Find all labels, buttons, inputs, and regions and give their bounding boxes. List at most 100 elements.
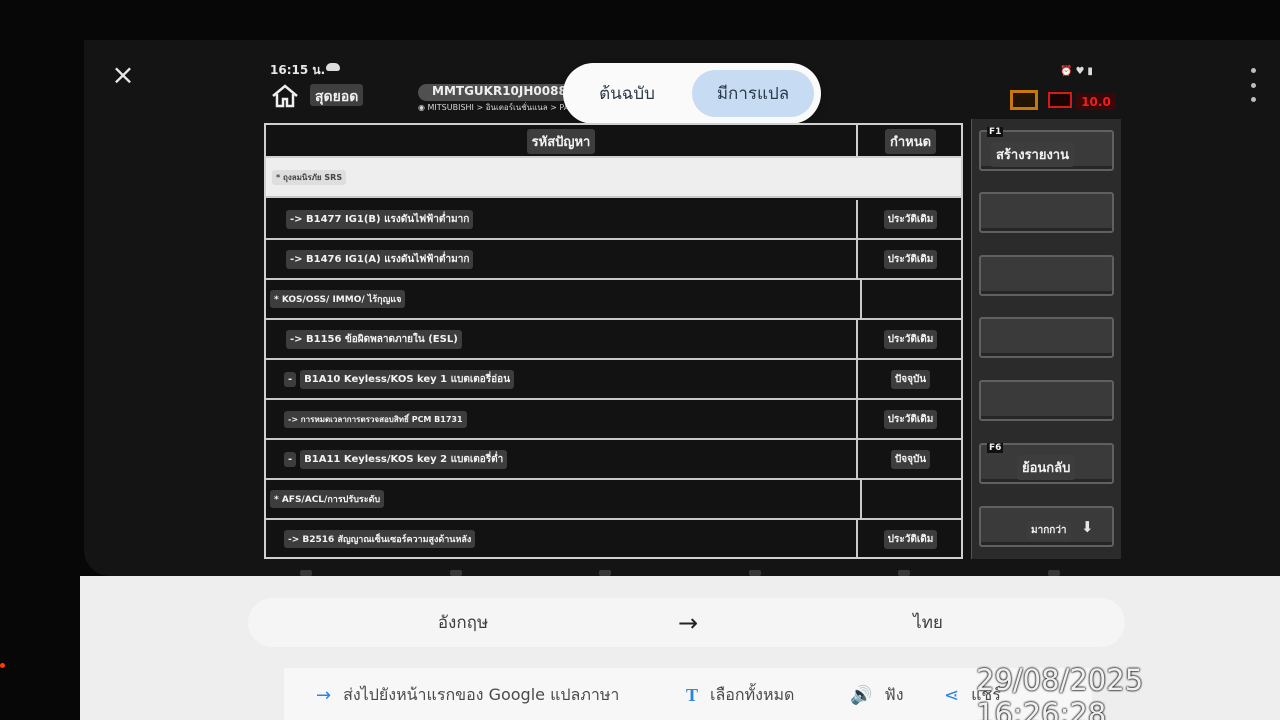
- down-arrow-icon: ⬇: [1081, 518, 1094, 536]
- share-icon: ⋖: [944, 684, 960, 706]
- translation-toggle: ต้นฉบับ มีการแปล: [563, 63, 821, 124]
- table-cell: ประวัติเดิม: [860, 520, 961, 557]
- back-button[interactable]: F6 ย้อนกลับ: [979, 443, 1114, 484]
- table-cell: -> B2516 สัญญาณเซ็นเซอร์ความสูงด้านหลัง: [266, 520, 858, 557]
- table-cell: -> B1477 IG1(B) แรงดันไฟฟ้าต่ำมาก: [266, 200, 858, 238]
- camera-light-dot: [0, 663, 5, 668]
- table-cell: - B1A10 Keyless/KOS key 1 แบตเตอรี่อ่อน: [266, 360, 858, 398]
- table-row[interactable]: * KOS/OSS/ IMMO/ ไร้กุญแจ: [266, 280, 961, 320]
- create-report-button[interactable]: F1 สร้างรายงาน: [979, 127, 1114, 171]
- table-cell: - B1A11 Keyless/KOS key 2 แบตเตอรี่ต่ำ: [266, 440, 858, 478]
- dtc-label: -> B1477 IG1(B) แรงดันไฟฟ้าต่ำมาก: [286, 209, 474, 229]
- table-cell: ประวัติเดิม: [860, 320, 961, 358]
- battery-status-icon: [1010, 90, 1038, 110]
- function-sidebar: F1 สร้างรายงาน F6 ย้อนกลับ มากกว่า ⬇: [971, 119, 1121, 559]
- table-header: รหัสปัญหา กำหนด: [266, 125, 961, 158]
- battery-voltage: 10.0: [1076, 94, 1116, 110]
- home-icon[interactable]: [270, 84, 300, 108]
- dtc-status: ประวัติเดิม: [883, 409, 938, 429]
- table-row[interactable]: - B1A10 Keyless/KOS key 1 แบตเตอรี่อ่อน …: [266, 360, 961, 400]
- table-cell: ประวัติเดิม: [860, 200, 961, 238]
- table-row[interactable]: * ถุงลมนิรภัย SRS: [266, 158, 961, 198]
- status-column-header: กำหนด: [860, 125, 961, 158]
- arrow-icon: →: [316, 684, 332, 706]
- dtc-dash: -: [284, 451, 297, 467]
- dtc-label: -> B1156 ข้อผิดพลาดภายใน (ESL): [286, 329, 462, 349]
- empty-function-button-4[interactable]: [979, 380, 1114, 421]
- original-toggle-option[interactable]: ต้นฉบับ: [569, 70, 685, 117]
- table-cell: [860, 280, 961, 318]
- select-all-label: เลือกทั้งหมด: [710, 684, 795, 704]
- dtc-status: ปัจจุบัน: [890, 369, 931, 389]
- more-label: มากกว่า: [1027, 521, 1071, 540]
- table-row[interactable]: * AFS/ACL/การปรับระดับ: [266, 480, 961, 520]
- dtc-status: ประวัติเดิม: [883, 329, 938, 349]
- empty-function-button-3[interactable]: [979, 317, 1114, 358]
- dtc-label: B1A10 Keyless/KOS key 1 แบตเตอรี่อ่อน: [300, 369, 515, 389]
- more-button[interactable]: มากกว่า ⬇: [979, 506, 1114, 547]
- f6-key-label: F6: [987, 443, 1004, 453]
- listen-label: ฟัง: [884, 684, 904, 704]
- table-row[interactable]: -> B1156 ข้อผิดพลาดภายใน (ESL) ประวัติเด…: [266, 320, 961, 360]
- dtc-label: -> การหมดเวลาการตรวจสอบสิทธิ์ PCM B1731: [284, 410, 467, 428]
- empty-function-button-2[interactable]: [979, 255, 1114, 296]
- overflow-menu-icon[interactable]: [1244, 68, 1262, 102]
- select-all-button[interactable]: T เลือกทั้งหมด: [686, 680, 794, 710]
- source-language-button[interactable]: อังกฤษ: [338, 598, 588, 647]
- empty-function-button-1[interactable]: [979, 192, 1114, 233]
- table-row[interactable]: -> การหมดเวลาการตรวจสอบสิทธิ์ PCM B1731 …: [266, 400, 961, 440]
- dtc-status: ประวัติเดิม: [883, 209, 938, 229]
- location-pin-icon: ◉: [418, 103, 428, 112]
- dtc-label: B1A11 Keyless/KOS key 2 แบตเตอรี่ต่ำ: [300, 449, 508, 469]
- code-header-label: รหัสปัญหา: [526, 129, 596, 154]
- group-label: * KOS/OSS/ IMMO/ ไร้กุญแจ: [270, 290, 406, 308]
- dtc-status: ประวัติเดิม: [883, 529, 938, 549]
- vehicle-battery-icon: [1048, 92, 1072, 108]
- translated-toggle-option[interactable]: มีการแปล: [692, 70, 814, 117]
- table-row[interactable]: - B1A11 Keyless/KOS key 2 แบตเตอรี่ต่ำ ป…: [266, 440, 961, 480]
- table-row[interactable]: -> B2516 สัญญาณเซ็นเซอร์ความสูงด้านหลัง …: [266, 520, 961, 557]
- vehicle-path: ◉ MITSUBISHI > อินเตอร์เนชั่นแนล > PAJ: [418, 101, 568, 115]
- status-header-label: กำหนด: [884, 129, 937, 154]
- group-label: * AFS/ACL/การปรับระดับ: [270, 490, 385, 508]
- table-cell: -> B1156 ข้อผิดพลาดภายใน (ESL): [266, 320, 858, 358]
- listen-button[interactable]: 🔊 ฟัง: [850, 680, 904, 710]
- table-cell: ประวัติเดิม: [860, 240, 961, 278]
- vehicle-path-text: MITSUBISHI > อินเตอร์เนชั่นแนล > PAJ: [427, 103, 568, 112]
- table-cell: -> การหมดเวลาการตรวจสอบสิทธิ์ PCM B1731: [266, 400, 858, 438]
- close-icon[interactable]: ×: [108, 60, 138, 90]
- send-label: ส่งไปยังหน้าแรกของ Google แปลภาษา: [343, 684, 620, 704]
- summary-tab[interactable]: สุดยอด: [310, 84, 364, 106]
- target-language-button[interactable]: ไทย: [798, 598, 1058, 647]
- table-row[interactable]: -> B1477 IG1(B) แรงดันไฟฟ้าต่ำมาก ประวัต…: [266, 200, 961, 240]
- table-cell: ปัจจุบัน: [860, 360, 961, 398]
- table-cell: * ถุงลมนิรภัย SRS: [266, 158, 858, 196]
- dtc-label: -> B1476 IG1(A) แรงดันไฟฟ้าต่ำมาก: [286, 249, 474, 269]
- dtc-status: ประวัติเดิม: [883, 249, 938, 269]
- text-icon: T: [686, 684, 699, 705]
- create-report-label: สร้างรายงาน: [991, 142, 1074, 167]
- table-cell: [860, 480, 961, 518]
- f1-key-label: F1: [987, 127, 1004, 137]
- dtc-status: ปัจจุบัน: [890, 449, 931, 469]
- device-status-icons: ⏰♥▮: [1060, 66, 1096, 77]
- table-cell: * KOS/OSS/ IMMO/ ไร้กุญแจ: [266, 280, 858, 318]
- cloud-icon: [326, 63, 340, 71]
- speaker-icon: 🔊: [850, 684, 873, 706]
- table-cell: ประวัติเดิม: [860, 400, 961, 438]
- table-cell: * AFS/ACL/การปรับระดับ: [266, 480, 858, 518]
- arrow-right-icon: →: [678, 609, 699, 637]
- table-cell: -> B1476 IG1(A) แรงดันไฟฟ้าต่ำมาก: [266, 240, 858, 278]
- dtc-dash: -: [284, 371, 297, 387]
- send-to-google-translate-button[interactable]: → ส่งไปยังหน้าแรกของ Google แปลภาษา: [316, 680, 619, 710]
- table-cell: ปัจจุบัน: [860, 440, 961, 478]
- group-label: * ถุงลมนิรภัย SRS: [272, 169, 347, 185]
- status-time: 16:15 น.: [270, 63, 326, 77]
- dtc-label: -> B2516 สัญญาณเซ็นเซอร์ความสูงด้านหลัง: [284, 530, 476, 548]
- code-column-header: รหัสปัญหา: [266, 125, 858, 158]
- photo-stage: × 16:15 น. ⏰♥▮ สุดยอด MMTGUKR10JH00880 ◉…: [0, 0, 1280, 720]
- vin-label: MMTGUKR10JH00880: [418, 84, 568, 101]
- dtc-table: รหัสปัญหา กำหนด * ถุงลมนิรภัย SRS -> B14…: [264, 123, 963, 559]
- camera-timestamp: 29/08/2025 16:26:28: [976, 663, 1144, 720]
- table-row[interactable]: -> B1476 IG1(A) แรงดันไฟฟ้าต่ำมาก ประวัต…: [266, 240, 961, 280]
